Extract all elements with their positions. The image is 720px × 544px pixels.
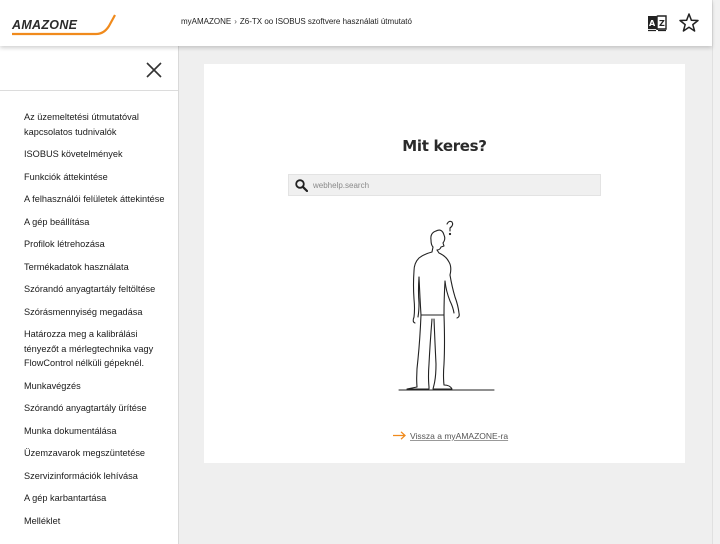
sidebar-item-feluletek[interactable]: A felhasználói felületek áttekintése [24, 192, 174, 207]
sidebar-item-kalibralas[interactable]: Határozza meg a kalibrálási tényezőt a m… [24, 327, 174, 371]
page-title: Mit keres? [402, 137, 487, 155]
sidebar-item-uzemzavarok[interactable]: Üzemzavarok megszüntetése [24, 446, 174, 461]
search-box[interactable] [288, 174, 601, 196]
sidebar-header [0, 46, 178, 91]
sidebar-item-szorasmennyiseg[interactable]: Szórásmennyiség megadása [24, 305, 174, 320]
sidebar-item-funkciok[interactable]: Funkciók áttekintése [24, 170, 174, 185]
sidebar-item-melleklet[interactable]: Melléklet [24, 514, 174, 529]
sidebar-item-isobus[interactable]: ISOBUS követelmények [24, 147, 174, 162]
back-link-label: Vissza a myAMAZONE-ra [410, 431, 509, 441]
sidebar-item-profilok[interactable]: Profilok létrehozása [24, 237, 174, 252]
sidebar-item-gep-beallitasa[interactable]: A gép beállítása [24, 215, 174, 230]
sidebar-item-munkavegzes[interactable]: Munkavégzés [24, 379, 174, 394]
sidebar-item-karbantartas[interactable]: A gép karbantartása [24, 491, 174, 506]
back-to-myamazone-link[interactable]: Vissza a myAMAZONE-ra [393, 431, 508, 441]
svg-text:Z: Z [659, 19, 665, 28]
svg-text:A: A [649, 19, 656, 28]
breadcrumb-home[interactable]: myAMAZONE [181, 17, 231, 26]
arrow-right-icon [393, 431, 406, 440]
sidebar: Az üzemeltetési útmutatóval kapcsolatos … [0, 46, 179, 544]
main-content: Mit keres? webhelp.search Vissza a myAMA… [179, 46, 712, 544]
sidebar-nav: Az üzemeltetési útmutatóval kapcsolatos … [24, 110, 174, 528]
search-icon[interactable] [295, 179, 308, 192]
sidebar-item-dokumentalas[interactable]: Munka dokumentálása [24, 424, 174, 439]
breadcrumb-current[interactable]: Z6-TX oo ISOBUS szoftvere használati útm… [240, 17, 412, 26]
top-header: AMAZONE myAMAZONE › Z6-TX oo ISOBUS szoftv… [0, 0, 712, 46]
sidebar-item-szerviz[interactable]: Szervizinformációk lehívása [24, 469, 174, 484]
page-scrollbar[interactable] [712, 0, 720, 544]
sidebar-item-urites[interactable]: Szórandó anyagtartály ürítése [24, 401, 174, 416]
sidebar-item-tudnivalok[interactable]: Az üzemeltetési útmutatóval kapcsolatos … [24, 110, 174, 139]
amazone-logo[interactable]: AMAZONE [12, 12, 116, 36]
man-looking-up-question-icon [398, 220, 495, 391]
search-input[interactable] [313, 175, 593, 195]
breadcrumb: myAMAZONE › Z6-TX oo ISOBUS szoftvere hasz… [181, 17, 412, 26]
close-icon[interactable] [145, 61, 163, 79]
breadcrumb-separator: › [234, 17, 237, 26]
star-icon[interactable] [678, 12, 700, 34]
sidebar-item-feltoltes[interactable]: Szórandó anyagtartály feltöltése [24, 282, 174, 297]
search-card: Mit keres? webhelp.search Vissza a myAMA… [204, 64, 685, 463]
logo-swoosh-icon [12, 14, 116, 36]
sidebar-item-termekadatok[interactable]: Termékadatok használata [24, 260, 174, 275]
dictionary-icon[interactable]: A Z [646, 12, 668, 34]
